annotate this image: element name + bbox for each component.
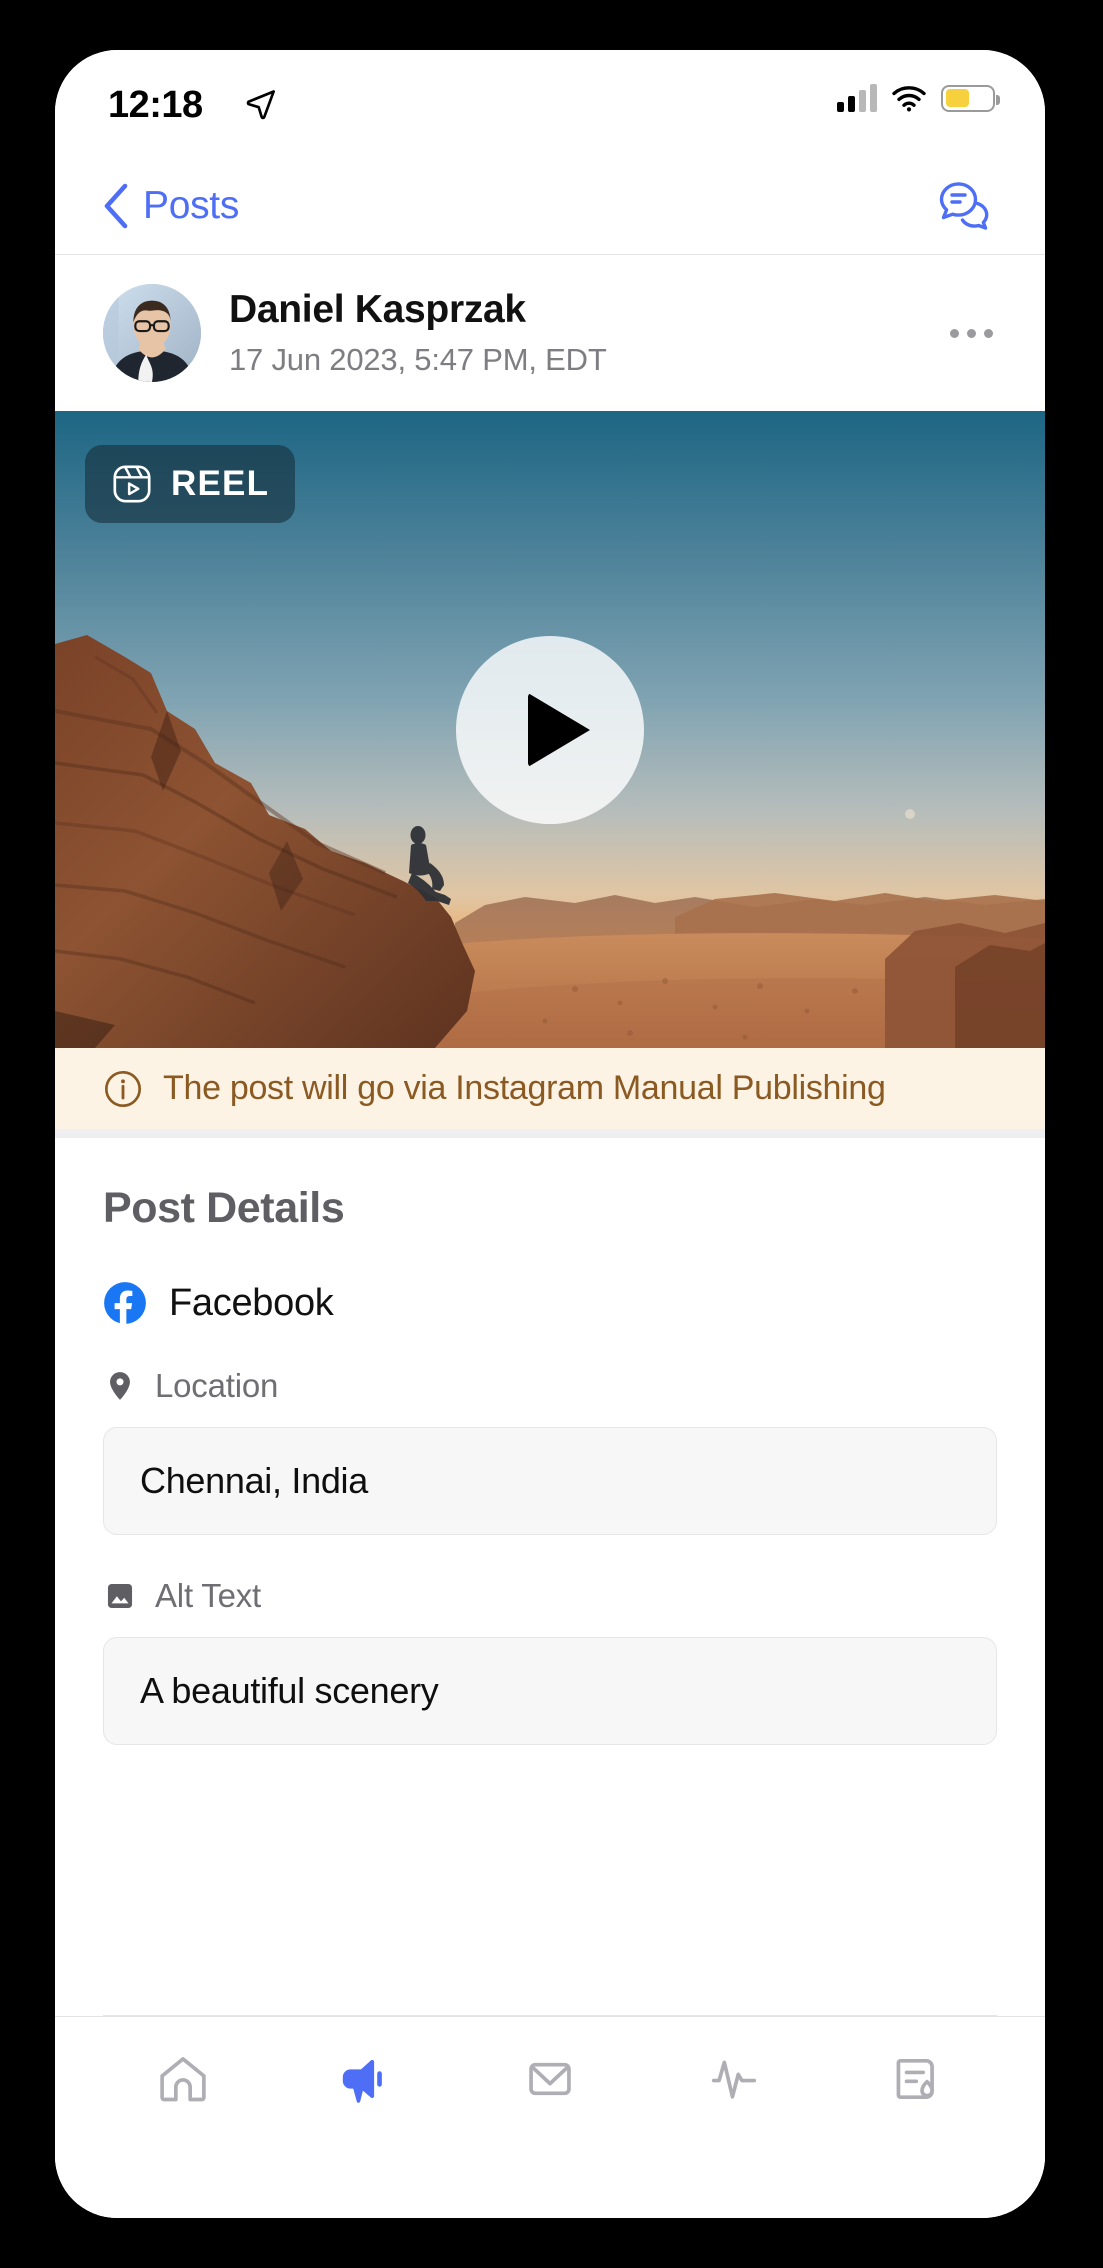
tab-home[interactable] [91,2017,275,2140]
channel-name: Facebook [169,1281,334,1324]
tab-analytics[interactable] [642,2017,826,2140]
activity-pulse-icon [711,2060,756,2099]
cellular-signal-icon [837,84,877,112]
post-details-section: Post Details Facebook Location Chennai, … [55,1138,1045,2016]
play-icon [528,692,590,767]
play-button[interactable] [456,635,644,824]
home-icon [160,2056,206,2101]
reel-badge-label: REEL [171,464,270,503]
manual-publishing-banner-text: The post will go via Instagram Manual Pu… [163,1069,886,1107]
reel-badge: REEL [85,445,296,523]
field-label-location: Location [155,1367,279,1404]
facebook-icon [104,1282,146,1325]
wifi-icon [892,86,926,112]
report-rocket-icon [896,2058,935,2099]
navigation-bar: Posts [55,158,1045,255]
home-indicator-area [55,2140,1045,2218]
back-button[interactable]: Posts [103,183,239,229]
phone-screen: 12:18 Posts Daniel Kasprzak 17 Jun 2023,… [55,50,1045,2218]
field-label-alt-text: Alt Text [155,1577,262,1614]
post-author-header: Daniel Kasprzak 17 Jun 2023, 5:47 PM, ED… [55,255,1045,411]
image-icon [107,1583,133,1609]
post-detail-scroll[interactable]: Daniel Kasprzak 17 Jun 2023, 5:47 PM, ED… [55,255,1045,2218]
location-arrow-icon [246,90,275,120]
field-location: Location Chennai, India [103,1367,997,1535]
battery-low-power-icon [941,84,1000,112]
page-title: Post Details [103,1184,345,1232]
envelope-icon [529,2062,571,2095]
info-circle-icon [105,1070,141,1107]
post-author-name: Daniel Kasprzak [229,288,526,332]
status-time: 12:18 [108,84,203,126]
back-button-label: Posts [143,184,240,227]
field-alt-text: Alt Text A beautiful scenery [103,1577,997,1745]
tab-publishing[interactable] [275,2017,459,2140]
more-horizontal-icon[interactable] [944,309,999,358]
avatar [103,284,201,382]
status-bar: 12:18 [55,50,1045,158]
tab-reports[interactable] [825,2017,1009,2140]
chevron-left-icon [104,183,128,229]
status-icons [837,84,1000,112]
location-input[interactable]: Chennai, India [103,1427,997,1535]
alt-text-input[interactable]: A beautiful scenery [103,1637,997,1745]
manual-publishing-banner: The post will go via Instagram Manual Pu… [55,1048,1045,1138]
section-divider [103,2014,997,2016]
post-timestamp: 17 Jun 2023, 5:47 PM, EDT [229,341,607,377]
instagram-reel-icon [113,465,151,503]
bottom-tab-bar [55,2016,1045,2140]
location-pin-icon [110,1372,130,1400]
post-media-preview[interactable]: REEL [55,411,1045,1048]
alt-text-value: A beautiful scenery [140,1670,439,1711]
comments-bubbles-icon[interactable] [937,180,993,232]
tab-inbox[interactable] [458,2017,642,2140]
channel-row: Facebook [103,1281,997,1325]
megaphone-icon [343,2059,383,2103]
location-value: Chennai, India [140,1460,368,1501]
